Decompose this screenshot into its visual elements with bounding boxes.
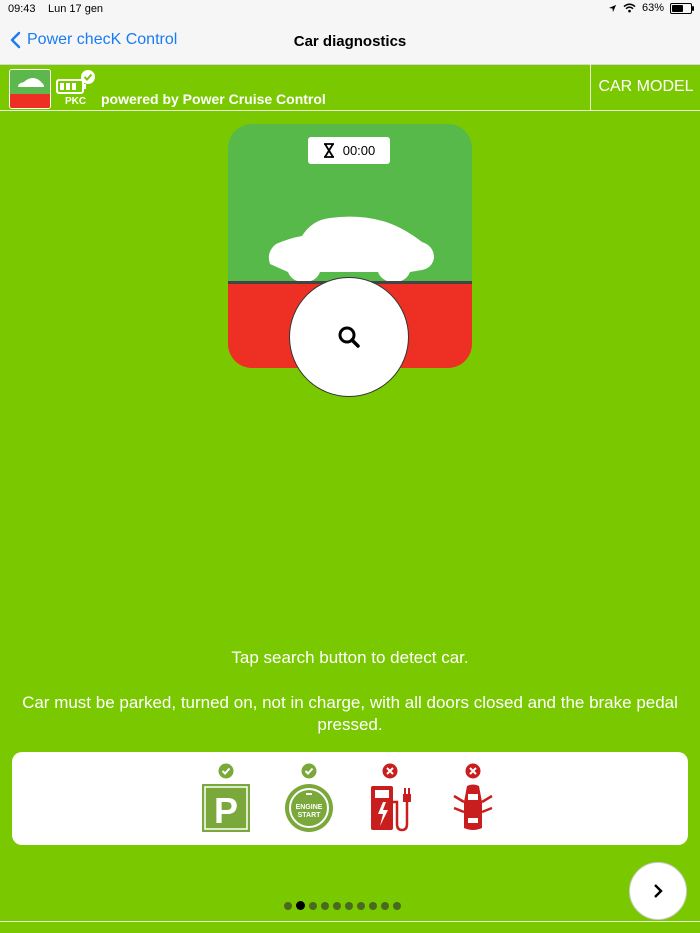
requirements-text: Car must be parked, turned on, not in ch… <box>22 693 678 734</box>
condition-doors <box>443 752 503 845</box>
condition-parked: P <box>196 752 256 845</box>
charging-station-icon <box>371 786 411 832</box>
battery-percent: 63% <box>641 2 664 14</box>
page-dot[interactable] <box>333 902 341 910</box>
condition-engine-start: ENGINE START <box>279 752 339 845</box>
app-header: PKC powered by Power Cruise Control CAR … <box>0 64 700 111</box>
check-icon <box>301 763 317 779</box>
status-time: 09:43 <box>8 3 36 15</box>
hourglass-icon <box>323 143 334 158</box>
search-icon <box>338 326 360 348</box>
conditions-panel: P ENGINE START <box>12 752 688 845</box>
status-right: 63% <box>608 2 694 14</box>
next-button[interactable] <box>629 862 687 920</box>
bottom-divider <box>0 921 700 922</box>
battery-icon <box>670 2 694 14</box>
condition-charging <box>360 752 420 845</box>
search-button[interactable] <box>289 277 409 397</box>
check-icon <box>218 763 234 779</box>
page-indicator[interactable] <box>284 901 401 910</box>
page-dot[interactable] <box>357 902 365 910</box>
wifi-icon <box>623 3 636 13</box>
status-date: Lun 17 gen <box>48 3 104 15</box>
page-dot[interactable] <box>284 902 292 910</box>
error-icon <box>465 763 481 779</box>
timer-value: 00:00 <box>342 143 376 158</box>
page-dot[interactable] <box>369 902 377 910</box>
car-model-button[interactable]: CAR MODEL <box>590 64 700 110</box>
parking-icon: P <box>202 784 250 832</box>
page-dot[interactable] <box>309 902 317 910</box>
engine-start-icon: ENGINE START <box>285 784 333 832</box>
car-doors-icon <box>453 784 493 830</box>
pkc-label: PKC <box>65 96 87 107</box>
error-icon <box>382 763 398 779</box>
chevron-right-icon <box>654 884 663 898</box>
parking-label: P <box>214 790 238 831</box>
car-silhouette-icon <box>268 216 434 282</box>
engine-label-top: ENGINE <box>296 804 323 811</box>
status-bar: 09:43 Lun 17 gen 63% <box>0 0 700 20</box>
navigation-bar: Power checK Control Car diagnostics <box>0 20 700 65</box>
car-logo-icon <box>18 78 44 87</box>
page-dot[interactable] <box>321 902 329 910</box>
page-dot[interactable] <box>393 902 401 910</box>
battery-fill <box>672 4 683 12</box>
engine-label-bottom: START <box>298 812 322 819</box>
app-logo <box>9 69 51 109</box>
location-icon <box>608 4 617 12</box>
page-title: Car diagnostics <box>293 33 407 50</box>
page-dot[interactable] <box>345 902 353 910</box>
page-dot[interactable] <box>381 902 389 910</box>
powered-by-text: powered by Power Cruise Control <box>101 91 326 107</box>
page-dot[interactable] <box>296 901 305 910</box>
instruction-text: Tap search button to detect car. <box>231 648 469 667</box>
timer-display: 00:00 <box>308 137 390 164</box>
